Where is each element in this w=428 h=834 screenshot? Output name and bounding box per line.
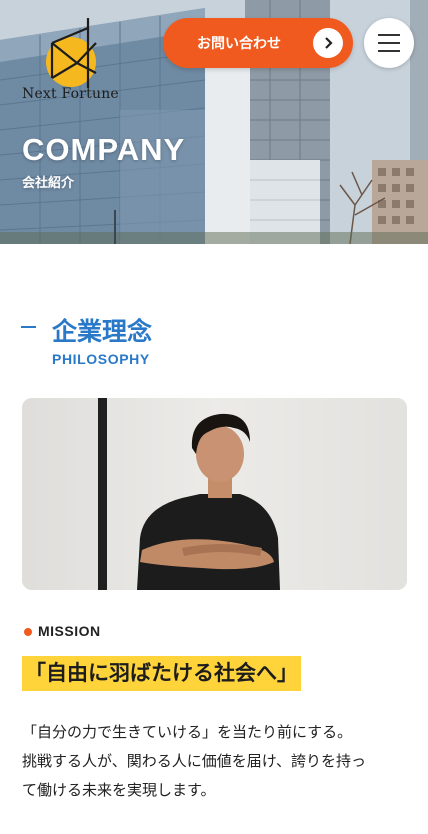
section-title-dash — [21, 326, 36, 328]
hero-banner: Next Fortune お問い合わせ COMPANY 会社紹介 — [0, 0, 428, 244]
hamburger-menu-button[interactable] — [364, 18, 414, 68]
philosophy-photo — [22, 398, 407, 590]
mission-body-line: 挑戦する人が、関わる人に価値を届け、誇りを持っ — [22, 752, 366, 770]
mission-body: 「自分の力で生きていける」を当たり前にする。 挑戦する人が、関わる人に価値を届け… — [22, 718, 410, 805]
hamburger-menu-icon-bar — [378, 50, 400, 52]
page-subtitle: 会社紹介 — [22, 176, 75, 191]
mission-bullet — [24, 628, 32, 636]
section-title-en: PHILOSOPHY — [52, 351, 150, 367]
mission-body-line: て働ける未来を実現します。 — [22, 781, 216, 799]
hamburger-menu-icon — [378, 34, 400, 36]
chevron-right-icon — [313, 28, 343, 58]
mission-title: 「自由に羽ばたける社会へ」 — [22, 656, 301, 691]
mission-label: MISSION — [38, 623, 101, 639]
mission-body-line: 「自分の力で生きていける」を当たり前にする。 — [22, 723, 353, 741]
logo-text: Next Fortune — [22, 86, 119, 102]
contact-button[interactable]: お問い合わせ — [163, 18, 353, 68]
page-title: COMPANY — [22, 132, 186, 167]
hamburger-menu-icon-bar — [378, 42, 400, 44]
contact-button-label: お問い合わせ — [197, 36, 281, 52]
section-title: 企業理念 — [52, 317, 153, 346]
